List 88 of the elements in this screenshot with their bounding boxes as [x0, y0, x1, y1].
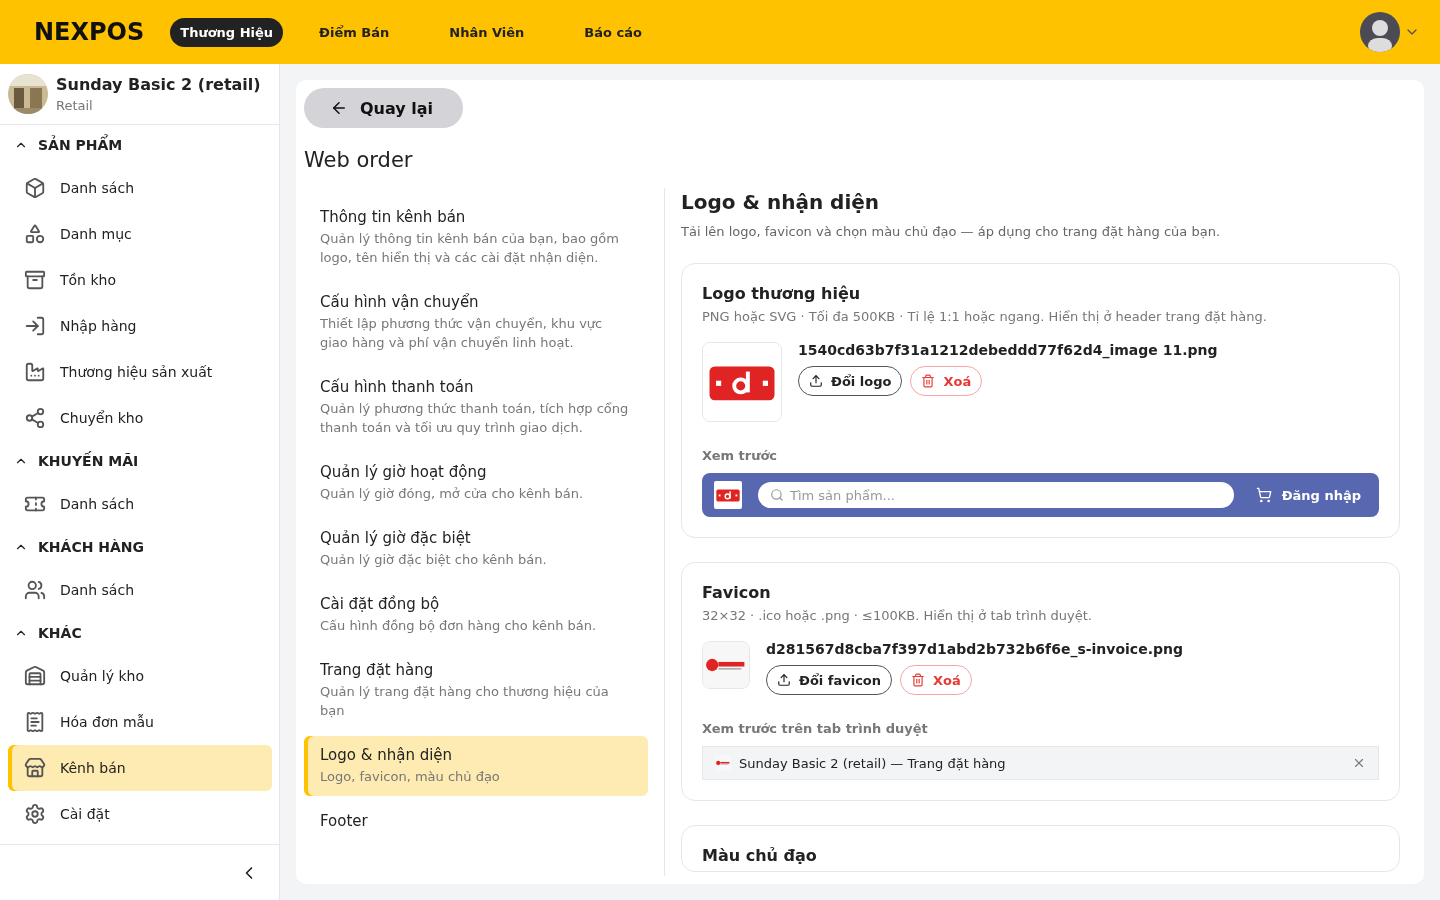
change-favicon-button[interactable]: Đổi favicon [766, 665, 893, 695]
file-name: d281567d8cba7f397d1abd2b732b6f6e_s-invoice.png [766, 641, 1183, 657]
nav-item-title: Cấu hình vận chuyển [320, 293, 480, 311]
sidebar-item[interactable]: Danh sách [8, 567, 272, 613]
settings-nav-item[interactable]: Footer [304, 802, 648, 840]
nav-item-title: Quản lý giờ hoạt động [320, 463, 488, 481]
settings-nav-item[interactable]: Logo & nhận diện Logo, favicon, màu chủ đạo [304, 736, 648, 796]
menu-icon [24, 269, 46, 291]
nav-item-description: Quản lý thông tin kênh bán của bạn, bao gồm logo, tên hiển thị và các cài đặt nhận diện. [320, 230, 620, 267]
sidebar-item[interactable]: Cài đặt [8, 791, 272, 837]
nav-tab[interactable]: Nhân Viên [439, 17, 535, 47]
nav-item-description: Quản lý phương thức thanh toán, tích hợp cổng thanh toán và tối ưu quy trình giao dịch. [320, 400, 630, 437]
menu-icon [24, 315, 46, 337]
section-header[interactable]: KHÁC [0, 613, 279, 653]
nav-tab[interactable]: Thương Hiệu [170, 17, 284, 47]
nav-item-title: Footer [320, 812, 369, 830]
menu-icon [24, 579, 46, 601]
menu-icon [24, 407, 46, 429]
store-type: Retail [56, 98, 94, 113]
settings-nav-item[interactable]: Quản lý giờ hoạt động Quản lý giờ đóng, mở cửa cho kênh bán. [304, 453, 648, 513]
nav-item-title: Cài đặt đồng bộ [320, 595, 441, 613]
card-title: Favicon [702, 583, 772, 602]
sidebar-item[interactable]: Kênh bán [8, 745, 272, 791]
menu-icon [24, 757, 46, 779]
avatar[interactable] [1360, 12, 1400, 52]
nav-tab[interactable]: Báo cáo [574, 17, 652, 47]
cart-icon [1255, 487, 1272, 503]
nav-item-title: Logo & nhận diện [320, 746, 454, 764]
menu-icon [24, 223, 46, 245]
section-header[interactable]: KHUYẾN MÃI [0, 441, 279, 481]
settings-nav-item[interactable]: Trang đặt hàng Quản lý trang đặt hàng cho thương hiệu của bạn [304, 651, 648, 730]
login-button[interactable]: Đăng nhập [1249, 486, 1367, 504]
nav-item-description: Quản lý trang đặt hàng cho thương hiệu của bạn [320, 683, 610, 720]
preview-label: Xem trước [702, 448, 779, 463]
settings-nav-item[interactable]: Cài đặt đồng bộ Cấu hình đồng bộ đơn hàng cho kênh bán. [304, 585, 648, 645]
delete-button[interactable]: Xoá [900, 665, 972, 695]
settings-nav-item[interactable]: Cấu hình thanh toán Quản lý phương thức thanh toán, tích hợp cổng thanh toán và tối ưu quy trình giao dịch. [304, 368, 648, 447]
delete-button[interactable]: Xoá [910, 366, 983, 396]
nav-item-description: Quản lý giờ đặc biệt cho kênh bán. [320, 551, 548, 569]
menu-icon [24, 177, 46, 199]
upload-icon [777, 673, 791, 687]
upload-icon [809, 374, 823, 388]
sidebar-item[interactable]: Nhập hàng [8, 303, 272, 349]
search-field[interactable]: Tìm sản phẩm... [758, 482, 1234, 508]
menu-icon [24, 711, 46, 733]
settings-nav-item[interactable]: Quản lý giờ đặc biệt Quản lý giờ đặc biệt cho kênh bán. [304, 519, 648, 579]
sidebar-item[interactable]: Chuyển kho [8, 395, 272, 441]
nav-item-description: Thiết lập phương thức vận chuyển, khu vực giao hàng và phí vận chuyển linh hoạt. [320, 315, 604, 352]
trash-icon [911, 673, 926, 687]
card-description: PNG hoặc SVG · Tối đa 500KB · Tỉ lệ 1:1 hoặc ngang. Hiển thị ở header trang đặt hàng. [702, 309, 1268, 324]
card-title: Màu chủ đạo [702, 846, 818, 865]
card-description: 32×32 · .ico hoặc .png · ≤100KB. Hiển thị ở tab trình duyệt. [702, 608, 1093, 623]
search-icon [770, 488, 784, 502]
nav-item-title: Trang đặt hàng [320, 661, 435, 679]
store-name: Sunday Basic 2 (retail) [56, 75, 261, 94]
section-header[interactable]: SẢN PHẨM [0, 125, 279, 165]
sidebar-item[interactable]: Quản lý kho [8, 653, 272, 699]
settings-nav-item[interactable]: Thông tin kênh bán Quản lý thông tin kênh bán của bạn, bao gồm logo, tên hiển thị và các cài đặt nhận diện. [304, 198, 648, 277]
section-description: Tải lên logo, favicon và chọn màu chủ đạo — áp dụng cho trang đặt hàng của bạn. [681, 224, 1221, 239]
nav-item-description: Cấu hình đồng bộ đơn hàng cho kênh bán. [320, 617, 598, 635]
nav-item-description: Quản lý giờ đóng, mở cửa cho kênh bán. [320, 485, 585, 503]
section-header[interactable]: KHÁCH HÀNG [0, 527, 279, 567]
sidebar-item[interactable]: Danh sách [8, 481, 272, 527]
nav-item-title: Cấu hình thanh toán [320, 378, 475, 396]
nav-item-title: Quản lý giờ đặc biệt [320, 529, 472, 547]
nav-item-description: Logo, favicon, màu chủ đạo [320, 768, 501, 786]
file-name: 1540cd63b7f31a1212debeddd77f62d4_image 11.png [798, 342, 1218, 358]
tab-title: Sunday Basic 2 (retail) — Trang đặt hàng [739, 755, 1007, 771]
menu-icon [24, 803, 46, 825]
sidebar-item[interactable]: Tồn kho [8, 257, 272, 303]
sidebar-item[interactable]: Danh mục [8, 211, 272, 257]
menu-icon [24, 361, 46, 383]
sidebar-item[interactable]: Danh sách [8, 165, 272, 211]
trash-icon [921, 374, 936, 388]
nav-item-title: Thông tin kênh bán [320, 208, 467, 226]
sidebar-item[interactable]: Thương hiệu sản xuất [8, 349, 272, 395]
nav-tab[interactable]: Điểm Bán [309, 17, 400, 47]
section-title: Logo & nhận diện [681, 190, 881, 214]
settings-nav-item[interactable]: Cấu hình vận chuyển Thiết lập phương thức vận chuyển, khu vực giao hàng và phí vận chuyển linh hoạt. [304, 283, 648, 362]
menu-icon [24, 665, 46, 687]
sidebar-item[interactable]: Hóa đơn mẫu [8, 699, 272, 745]
page-title: Web order [304, 148, 414, 172]
close-icon[interactable] [1352, 756, 1366, 770]
nexpos-logo: NEXPOS [34, 18, 145, 46]
preview-label: Xem trước trên tab trình duyệt [702, 721, 929, 736]
change-logo-button[interactable]: Đổi logo [798, 366, 903, 396]
back-button[interactable]: Quay lại [304, 88, 464, 128]
card-title: Logo thương hiệu [702, 284, 862, 303]
